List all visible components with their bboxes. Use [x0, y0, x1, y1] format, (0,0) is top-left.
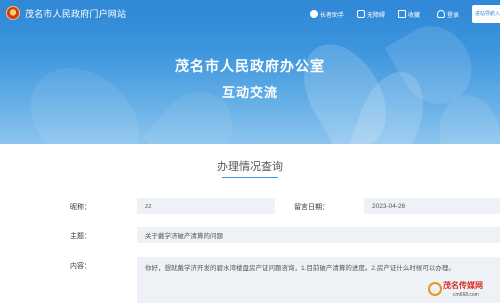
site-name[interactable]: 茂名市人民政府门户网站	[25, 7, 126, 20]
watermark-logo-icon	[428, 282, 442, 296]
elder-icon	[310, 10, 318, 18]
date-field: 2023-04-26	[364, 198, 500, 214]
topic-field: 关于戴学济破产清算的问题	[137, 227, 500, 243]
org-name: 茂名市人民政府办公室	[175, 58, 325, 74]
favorites-label: 收藏	[408, 12, 421, 19]
watermark-url: cm668.com	[453, 292, 479, 298]
page-title: 办理情况查询	[217, 161, 283, 173]
login-label: 登录	[447, 12, 460, 19]
star-icon	[398, 10, 406, 18]
title-underline	[222, 177, 278, 178]
date-label: 留言日期：	[294, 204, 329, 211]
content-label: 内容：	[70, 263, 91, 270]
watermark: 茂名传媒网 cm668.com	[425, 278, 500, 303]
nickname-label: 昵称：	[70, 204, 91, 211]
national-emblem-icon[interactable]	[6, 6, 20, 20]
elder-mode-button[interactable]: 长者助手	[310, 8, 344, 20]
mobile-entry-button[interactable]: 进站导航入口	[472, 5, 500, 23]
accessibility-icon	[357, 10, 365, 18]
accessibility-button[interactable]: 无障碍	[357, 8, 385, 20]
user-icon	[437, 10, 445, 18]
elder-mode-label: 长者助手	[320, 12, 345, 19]
accessibility-label: 无障碍	[367, 12, 386, 19]
topic-label: 主题：	[70, 233, 91, 240]
login-button[interactable]: 登录	[437, 8, 459, 20]
section-name: 互动交流	[221, 85, 278, 100]
page-header: 茂名市人民政府门户网站 长者助手 无障碍 收藏 登录 进站导航入口 茂名市人民政…	[0, 0, 500, 144]
nickname-field: zz	[137, 198, 275, 214]
watermark-text: 茂名传媒网	[443, 281, 483, 290]
favorites-button[interactable]: 收藏	[398, 8, 420, 20]
